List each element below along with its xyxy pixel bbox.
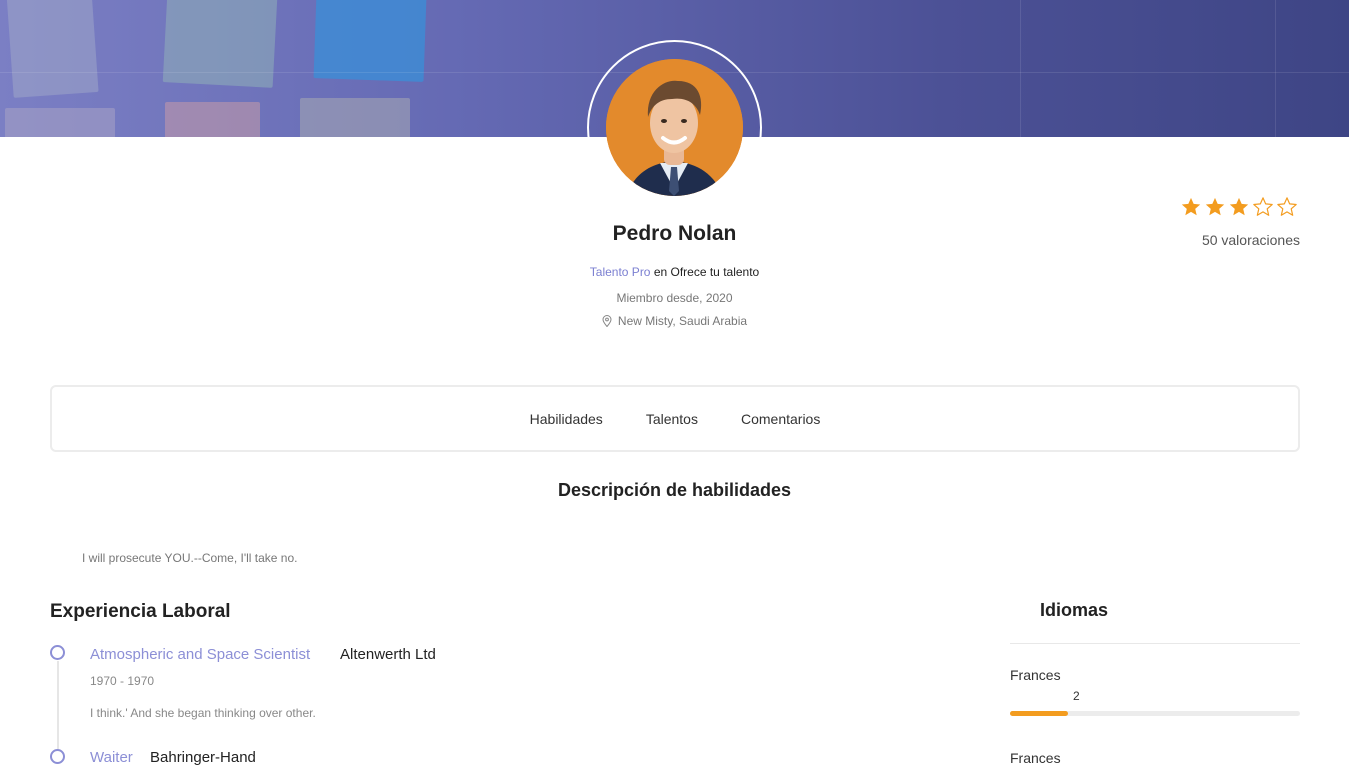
member-since: Miembro desde, 2020 [616, 291, 733, 305]
grid-line [1020, 0, 1021, 137]
star-filled-icon [1205, 197, 1225, 216]
star-outline-icon [1253, 197, 1273, 216]
star-filled-icon [1181, 197, 1201, 216]
grid-line [1275, 0, 1276, 137]
ratings-count[interactable]: 50 valoraciones [1202, 232, 1300, 248]
star-filled-icon [1229, 197, 1249, 216]
profile-role: Talento Pro en Ofrece tu talento [0, 265, 1349, 279]
sticky-note [6, 0, 99, 98]
language-name: Frances [1010, 750, 1061, 766]
language-name: Frances [1010, 667, 1061, 683]
avatar-portrait [606, 59, 743, 196]
sticky-note [300, 98, 410, 137]
timeline-dot [50, 645, 65, 660]
role-link[interactable]: Talento Pro [590, 265, 651, 279]
tab-talentos[interactable]: Talentos [646, 411, 698, 427]
rating-stars [1180, 196, 1298, 218]
sticky-note [5, 108, 115, 137]
language-progress-bar [1010, 711, 1300, 716]
skills-description: I will prosecute YOU.--Come, I'll take n… [82, 551, 298, 565]
star-outline-icon [1277, 197, 1297, 216]
sticky-note [165, 102, 260, 137]
profile-name: Pedro Nolan [612, 222, 737, 245]
profile-location: New Misty, Saudi Arabia [0, 314, 1349, 328]
avatar[interactable] [606, 59, 743, 196]
job-description: I think.' And she began thinking over ot… [90, 706, 316, 720]
location-text: New Misty, Saudi Arabia [617, 314, 748, 328]
experience-title: Experiencia Laboral [50, 601, 231, 622]
job-years: 1970 - 1970 [90, 674, 155, 688]
tab-comentarios[interactable]: Comentarios [741, 411, 820, 427]
language-level: 2 [1073, 689, 1080, 703]
language-progress-fill [1010, 711, 1068, 716]
timeline-dot [50, 749, 65, 764]
sticky-note [162, 0, 278, 88]
job-company: Bahringer-Hand [150, 749, 256, 766]
languages-title: Idiomas [1040, 600, 1109, 620]
timeline-line [57, 661, 59, 749]
tab-habilidades[interactable]: Habilidades [530, 411, 603, 427]
job-company: Altenwerth Ltd [340, 646, 436, 663]
languages-divider [1010, 643, 1300, 644]
map-pin-icon [602, 315, 612, 328]
job-title[interactable]: Waiter [90, 749, 133, 766]
role-context: en Ofrece tu talento [650, 265, 760, 279]
profile-tabs: Habilidades Talentos Comentarios [50, 385, 1300, 452]
job-title[interactable]: Atmospheric and Space Scientist [90, 646, 310, 663]
sticky-note [313, 0, 427, 82]
skills-title: Descripción de habilidades [557, 480, 792, 500]
